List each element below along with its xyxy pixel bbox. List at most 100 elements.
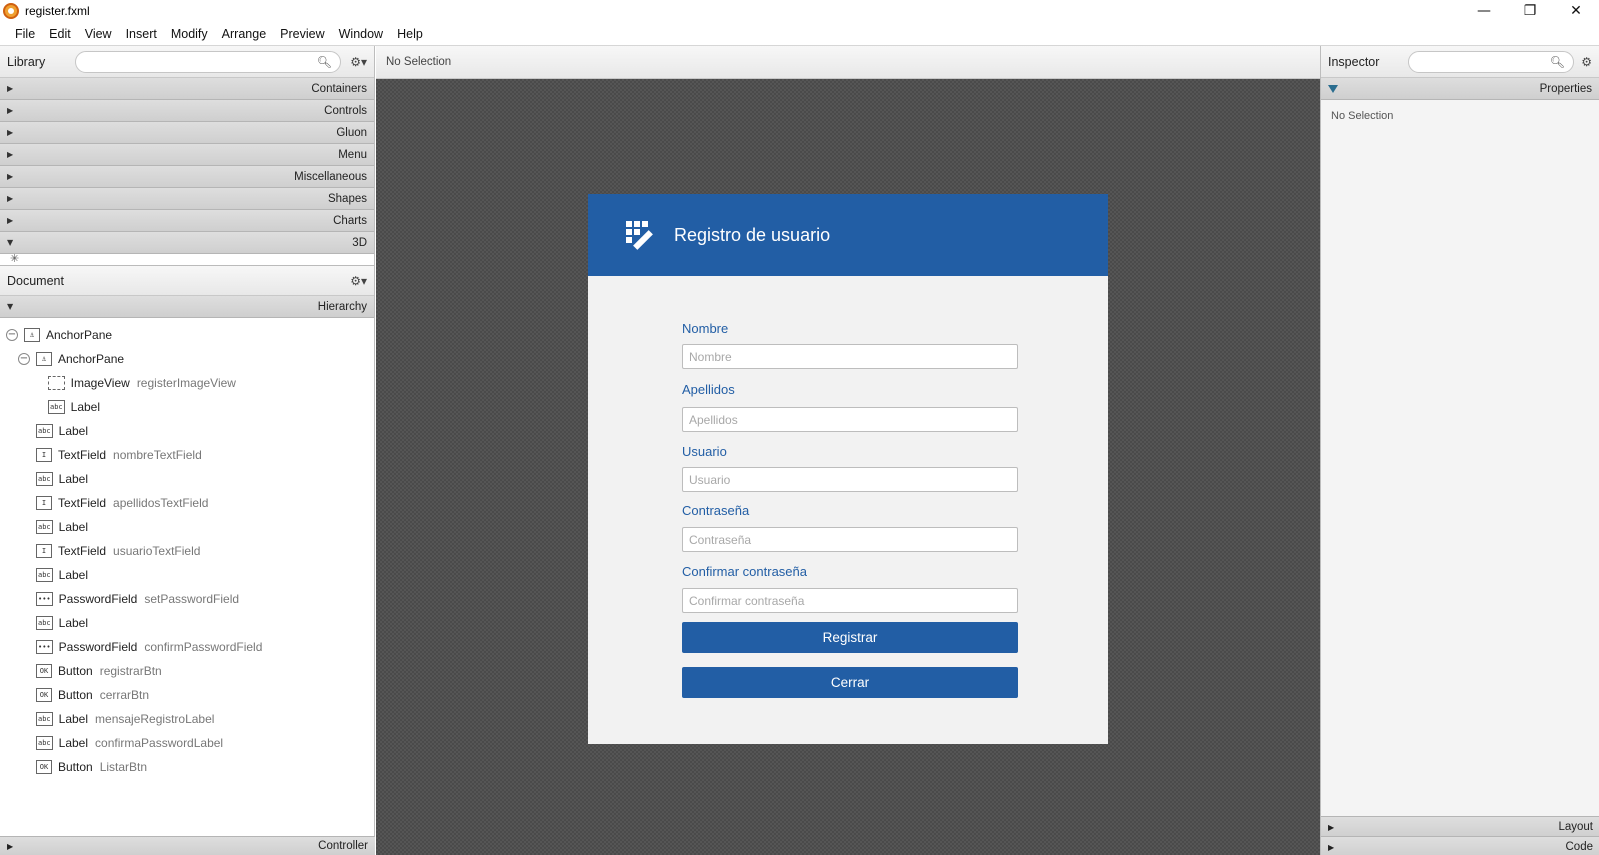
tree-node-type: ImageView (70, 376, 130, 390)
library-section-label: 3D (352, 236, 367, 249)
window-controls: — ❐ ✕ (1461, 0, 1599, 22)
tree-node-type: Label (58, 568, 89, 582)
close-window-button[interactable]: ✕ (1553, 0, 1599, 22)
library-section-charts[interactable]: ▶ Charts (0, 210, 374, 232)
menu-preview[interactable]: Preview (273, 27, 331, 41)
label-node-icon: abc (36, 616, 53, 630)
tree-node-type: PasswordField (58, 640, 138, 654)
button-node-icon: OK (36, 664, 52, 678)
tree-node-fx-id: nombreTextField (113, 448, 202, 462)
tree-node-fx-id: registerImageView (136, 376, 236, 390)
menu-view[interactable]: View (78, 27, 119, 41)
library-section-label: Miscellaneous (294, 170, 367, 183)
library-section-gluon[interactable]: ▶ Gluon (0, 122, 374, 144)
tree-row[interactable]: − ⚓ AnchorPane (0, 323, 374, 347)
tree-node-type: Label (58, 736, 89, 750)
library-section-label: Gluon (336, 126, 367, 139)
register-form[interactable]: Registro de usuario Nombre Nombre Apelli… (588, 194, 1108, 744)
library-search-input[interactable]: 🔍︎ (75, 50, 341, 73)
cerrar-button[interactable]: Cerrar (682, 667, 1018, 698)
registrar-button[interactable]: Registrar (682, 622, 1018, 653)
menu-window[interactable]: Window (332, 27, 390, 41)
anchorpane-node-icon: ⚓ (24, 328, 40, 342)
apellidos-label: Apellidos (682, 382, 735, 397)
tree-node-type: Label (70, 400, 101, 414)
tree-row[interactable]: abc Label (0, 395, 374, 419)
menu-edit[interactable]: Edit (42, 27, 78, 41)
restore-button[interactable]: ❐ (1507, 0, 1553, 22)
collapsed-triangle-icon: ▶ (7, 216, 14, 225)
tree-row[interactable]: ••• PasswordField setPasswordField (0, 587, 374, 611)
label-node-icon: abc (36, 424, 53, 438)
menu-insert[interactable]: Insert (119, 27, 164, 41)
inspector-no-selection: No Selection (1331, 110, 1394, 122)
tree-row[interactable]: img ImageView registerImageView (0, 371, 374, 395)
label-node-icon: abc (36, 568, 53, 582)
menu-arrange[interactable]: Arrange (215, 27, 273, 41)
tree-row[interactable]: OK Button registrarBtn (0, 659, 374, 683)
tree-row[interactable]: ••• PasswordField confirmPasswordField (0, 635, 374, 659)
tree-row[interactable]: abc Label mensajeRegistroLabel (0, 707, 374, 731)
inspector-gear-icon[interactable]: ⚙ (1574, 55, 1592, 69)
usuario-input[interactable]: Usuario (682, 467, 1018, 492)
library-section-menu[interactable]: ▶ Menu (0, 144, 374, 166)
library-gear-icon[interactable]: ⚙▾ (341, 55, 367, 69)
library-section-containers[interactable]: ▶ Containers (0, 78, 374, 100)
properties-section[interactable]: Properties (1321, 78, 1599, 100)
document-gear-icon[interactable]: ⚙▾ (341, 274, 367, 288)
tree-row[interactable]: I TextField usuarioTextField (0, 539, 374, 563)
tree-row[interactable]: OK Button cerrarBtn (0, 683, 374, 707)
imageview-node-icon: img (48, 376, 65, 390)
tree-node-type: AnchorPane (58, 352, 125, 366)
layout-section[interactable]: ▶ Layout (1321, 816, 1599, 837)
menu-help[interactable]: Help (390, 27, 430, 41)
collapse-toggle-icon[interactable]: − (6, 329, 18, 341)
hierarchy-tree: −⚓AnchorPane−⚓AnchorPaneimgImageViewregi… (0, 318, 374, 855)
button-node-icon: OK (36, 760, 52, 774)
apellidos-input[interactable]: Apellidos (682, 407, 1018, 432)
left-panel: Library 🔍︎ ⚙▾ ▶ Containers ▶ Controls ▶ Gluon… (0, 46, 375, 855)
library-title: Library (7, 54, 46, 69)
collapsed-triangle-icon: ▶ (7, 841, 14, 851)
collapse-toggle-icon[interactable]: − (18, 353, 30, 365)
tree-row[interactable]: − ⚓ AnchorPane (0, 347, 374, 371)
library-section-shapes[interactable]: ▶ Shapes (0, 188, 374, 210)
nombre-input[interactable]: Nombre (682, 344, 1018, 369)
tree-node-type: AnchorPane (46, 328, 113, 342)
tree-node-type: Button (58, 664, 93, 678)
library-section-label: Charts (333, 214, 367, 227)
library-section-miscellaneous[interactable]: ▶ Miscellaneous (0, 166, 374, 188)
menu-file[interactable]: File (8, 27, 42, 41)
tree-row[interactable]: I TextField nombreTextField (0, 443, 374, 467)
tree-row[interactable]: abc Label (0, 467, 374, 491)
code-section[interactable]: ▶ Code (1321, 836, 1599, 855)
tree-row[interactable]: abc Label (0, 515, 374, 539)
contrasena-input[interactable]: Contraseña (682, 527, 1018, 552)
tree-row[interactable]: abc Label (0, 419, 374, 443)
tree-row[interactable]: abc Label confirmaPasswordLabel (0, 731, 374, 755)
confirmar-contrasena-input[interactable]: Confirmar contraseña (682, 588, 1018, 613)
controller-section[interactable]: ▶ Controller (0, 836, 375, 855)
tree-row[interactable]: abc Label (0, 563, 374, 587)
tree-row[interactable]: abc Label (0, 611, 374, 635)
tree-node-type: Label (58, 712, 89, 726)
tree-row[interactable]: OK Button ListarBtn (0, 755, 374, 779)
tree-node-type: TextField (58, 496, 107, 510)
label-node-icon: abc (36, 520, 53, 534)
tree-node-type: Button (58, 688, 93, 702)
tree-node-type: Label (58, 472, 89, 486)
library-header: Library 🔍︎ ⚙▾ (0, 46, 374, 78)
menu-modify[interactable]: Modify (164, 27, 215, 41)
confirmar-contrasena-label: Confirmar contraseña (682, 564, 807, 579)
minimize-button[interactable]: — (1461, 0, 1507, 22)
tree-node-fx-id: mensajeRegistroLabel (95, 712, 215, 726)
tree-row[interactable]: I TextField apellidosTextField (0, 491, 374, 515)
selection-status: No Selection (386, 56, 452, 68)
passwordfield-node-icon: ••• (36, 592, 53, 606)
library-section-3d[interactable]: ▼ 3D (0, 232, 374, 254)
hierarchy-section[interactable]: ▼ Hierarchy (0, 296, 374, 318)
light-icon: ✳ (10, 254, 20, 265)
inspector-search-input[interactable]: 🔍︎ (1408, 50, 1574, 73)
register-edit-icon (626, 221, 654, 250)
library-section-controls[interactable]: ▶ Controls (0, 100, 374, 122)
